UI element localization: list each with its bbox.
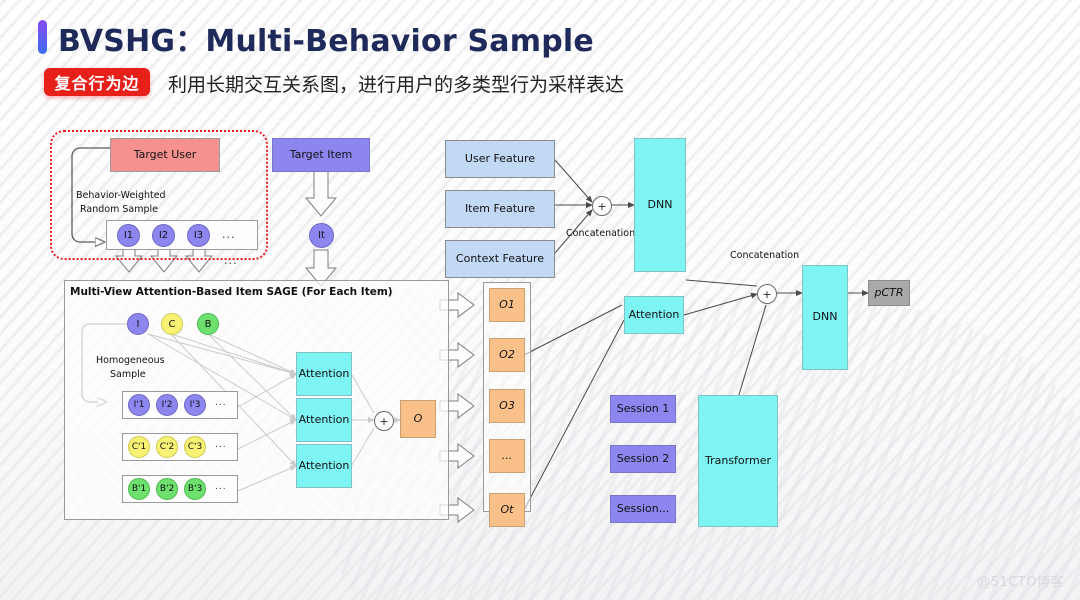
homogeneous-node-b3[interactable]: B'3 (184, 478, 206, 500)
sampled-item-1[interactable]: I1 (117, 224, 140, 247)
item-feature-node[interactable]: Item Feature (445, 190, 555, 228)
item-sage-title: Multi-View Attention-Based Item SAGE (Fo… (70, 286, 393, 298)
pctr-output-node[interactable]: pCTR (868, 280, 910, 306)
sage-attention-3[interactable]: Attention (296, 444, 352, 488)
homogeneous-node-i2[interactable]: I'2 (156, 394, 178, 416)
slide-canvas: BVSHG：Multi-Behavior Sample 复合行为边 利用长期交互… (0, 0, 1080, 600)
sage-attention-1[interactable]: Attention (296, 352, 352, 396)
homogeneous-row-category-ellipsis: ... (215, 440, 227, 450)
item-output-more[interactable]: ... (489, 439, 525, 473)
page-title: BVSHG：Multi-Behavior Sample (58, 24, 594, 59)
feature-concat-label: Concatenation (566, 228, 636, 239)
homogeneous-sample-caption-line1: Homogeneous (96, 355, 165, 366)
user-feature-node[interactable]: User Feature (445, 140, 555, 178)
target-item-node[interactable]: Target Item (272, 138, 370, 172)
status-badge: 复合行为边 (44, 68, 150, 96)
sampled-items-below-ellipsis: ... (224, 254, 238, 267)
context-feature-node[interactable]: Context Feature (445, 240, 555, 278)
final-sum-node: + (757, 284, 777, 304)
homogeneous-node-c2[interactable]: C'2 (156, 436, 178, 458)
item-output-2[interactable]: O2 (489, 338, 525, 372)
homogeneous-node-i1[interactable]: I'1 (128, 394, 150, 416)
view-node-i[interactable]: I (127, 313, 149, 335)
item-output-last[interactable]: Ot (489, 493, 525, 527)
sampled-items-ellipsis: ... (222, 228, 236, 241)
sage-sum-node: + (374, 411, 394, 431)
homogeneous-node-b1[interactable]: B'1 (128, 478, 150, 500)
view-node-c[interactable]: C (161, 313, 183, 335)
final-dnn-node[interactable]: DNN (802, 265, 848, 370)
final-concat-label: Concatenation (730, 250, 800, 261)
sampled-item-2[interactable]: I2 (152, 224, 175, 247)
target-item-embedding-node[interactable]: It (309, 223, 334, 248)
homogeneous-row-behavior-ellipsis: ... (215, 482, 227, 492)
target-user-node[interactable]: Target User (110, 138, 220, 172)
architecture-diagram: Target User Behavior-Weighted Random Sam… (0, 110, 1080, 570)
session-node-1[interactable]: Session 1 (610, 395, 676, 423)
homogeneous-node-i3[interactable]: I'3 (184, 394, 206, 416)
homogeneous-sample-caption-line2: Sample (110, 369, 146, 380)
feature-concat-sum-node: + (592, 196, 612, 216)
sequence-attention-node[interactable]: Attention (624, 296, 684, 334)
feature-dnn-node[interactable]: DNN (634, 138, 686, 272)
title-accent-bar (38, 20, 47, 54)
random-sample-caption-line1: Behavior-Weighted (76, 190, 166, 201)
sage-attention-2[interactable]: Attention (296, 398, 352, 442)
session-node-2[interactable]: Session 2 (610, 445, 676, 473)
view-node-b[interactable]: B (197, 313, 219, 335)
sage-output-node[interactable]: O (400, 400, 436, 438)
watermark: @51CTO博客 (977, 575, 1064, 590)
item-output-1[interactable]: O1 (489, 288, 525, 322)
random-sample-caption-line2: Random Sample (80, 204, 158, 215)
page-subtitle: 利用长期交互关系图，进行用户的多类型行为采样表达 (168, 74, 625, 96)
homogeneous-node-c1[interactable]: C'1 (128, 436, 150, 458)
item-output-3[interactable]: O3 (489, 389, 525, 423)
homogeneous-node-b2[interactable]: B'2 (156, 478, 178, 500)
session-node-more[interactable]: Session... (610, 495, 676, 523)
homogeneous-row-item-ellipsis: ... (215, 398, 227, 408)
homogeneous-node-c3[interactable]: C'3 (184, 436, 206, 458)
transformer-node[interactable]: Transformer (698, 395, 778, 527)
sampled-item-3[interactable]: I3 (187, 224, 210, 247)
